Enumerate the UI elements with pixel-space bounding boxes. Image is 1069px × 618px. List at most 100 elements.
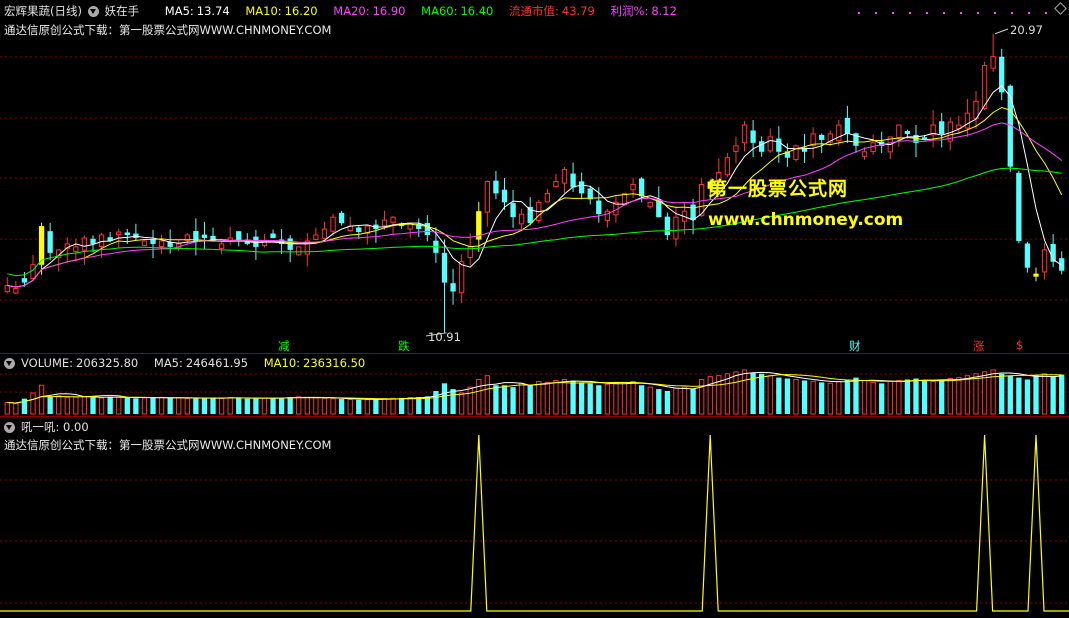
volume-bar-down: [1016, 377, 1022, 414]
volume-bar-up: [321, 397, 328, 415]
candle-down: [1024, 243, 1031, 268]
candle-up: [484, 181, 491, 213]
watermark-url: www.chnmoney.com: [708, 210, 904, 230]
candle-up: [964, 112, 971, 129]
candle-up: [116, 231, 122, 236]
volume-bar-down: [124, 397, 130, 414]
volume-bar-down: [493, 385, 499, 414]
stock-name[interactable]: 宏辉果蔬(日线): [4, 4, 82, 18]
candle-up: [141, 240, 148, 246]
price-pane[interactable]: 宏辉果蔬(日线) 妖在手 MA5: 13.74 MA10: 16.20 MA20: 1…: [0, 0, 1069, 352]
candle-up: [544, 192, 551, 203]
indicator-dropdown-icon[interactable]: [87, 6, 99, 17]
volume-bar-up: [956, 377, 962, 415]
price-subtitle: 通达信原创公式下载：第一股票公式网WWW.CHNMONEY.COM: [4, 23, 332, 37]
volume-bar-down: [1059, 374, 1065, 414]
volume-bar-down: [47, 396, 53, 414]
volume-bar-down: [167, 397, 173, 414]
volume-bar-down: [1024, 379, 1031, 414]
candle-down: [750, 130, 756, 143]
volume-bar-up: [604, 383, 611, 415]
volume-bar-down: [150, 398, 156, 414]
volume-bar-down: [664, 391, 671, 414]
candle-down: [776, 138, 782, 152]
volume-bar-up: [613, 382, 619, 415]
candle-up: [296, 246, 302, 256]
marker-dollar: $: [1016, 338, 1024, 352]
candle-up: [724, 157, 731, 176]
indicator-value: : 0.00: [55, 420, 89, 434]
volume-bar-down: [253, 398, 259, 414]
volume-bar-up: [296, 396, 302, 415]
volume-bar-up: [621, 381, 628, 415]
candle-up: [218, 243, 225, 249]
volume-bar-up: [561, 379, 568, 415]
candle-up: [561, 169, 568, 184]
volume-bar-up: [973, 373, 979, 415]
volume-bar-up: [767, 375, 773, 415]
volume-bar-up: [73, 396, 79, 415]
volume-bar-down: [587, 383, 593, 414]
volume-bar-up: [330, 398, 336, 415]
volume-bar-down: [287, 397, 293, 414]
volume-bar-up: [870, 381, 876, 415]
volume-bar-down: [921, 380, 928, 414]
candle-down: [47, 231, 53, 253]
ma10-line: [7, 106, 1063, 288]
candle-down: [338, 212, 345, 224]
volume-dropdown-icon[interactable]: [4, 358, 15, 369]
volume-bar-up: [827, 382, 833, 415]
volume-bar-up: [681, 386, 688, 415]
volume-bar-down: [913, 378, 919, 414]
top-marker-dot: [960, 12, 962, 14]
indicator-subtitle: 通达信原创公式下载：第一股票公式网WWW.CHNMONEY.COM: [4, 438, 332, 452]
volume-bar-down: [270, 397, 276, 414]
volume-bar-down: [424, 396, 431, 414]
volume-bar-up: [364, 399, 370, 415]
volume-bar-down: [999, 373, 1005, 414]
ma20-line: [7, 122, 1063, 288]
volume-bar-up: [930, 380, 936, 415]
signal-line: [0, 434, 1069, 612]
volume-bar-up: [381, 398, 388, 415]
volume-bar-down: [819, 382, 825, 414]
candle-down: [270, 233, 276, 238]
volume-bar-down: [904, 379, 911, 414]
volume-bar-up: [30, 392, 36, 415]
volume-bar-up: [158, 396, 165, 415]
volume-bar-up: [347, 398, 353, 415]
candlestick-chart[interactable]: [0, 0, 1069, 352]
volume-bar-down: [844, 379, 851, 414]
candle-up: [158, 240, 165, 248]
marker-reduce: 减: [278, 339, 290, 352]
volume-bar-up: [407, 397, 413, 415]
candle-up: [321, 228, 328, 239]
top-marker-dot: [875, 12, 877, 14]
volume-bar-up: [467, 386, 473, 415]
top-marker-dot: [926, 12, 928, 14]
candle-up: [1041, 249, 1048, 273]
volume-bar-up: [116, 396, 122, 415]
volume-pane[interactable]: VOLUME: 206325.80 MA5: 246461.95 MA10: 2363…: [0, 353, 1069, 416]
candle-down: [1016, 172, 1022, 241]
candle-up: [990, 56, 996, 69]
indicator-pane-dropdown-icon[interactable]: [4, 422, 15, 433]
volume-bar-down: [879, 383, 885, 414]
profit-readout: 利润%: 8.12: [610, 4, 677, 18]
candle-up: [767, 136, 773, 152]
volume-bar-down: [759, 373, 765, 414]
indicator-pane[interactable]: 吼一吼: 0.00 通达信原创公式下载：第一股票公式网WWW.CHNMONEY.…: [0, 416, 1069, 618]
volume-bar-down: [441, 383, 448, 414]
volume-bar-down: [90, 397, 96, 414]
candle-down: [759, 141, 765, 152]
candle-down: [570, 173, 576, 188]
top-marker-dot: [1028, 12, 1030, 14]
indicator-name[interactable]: 妖在手: [105, 4, 140, 18]
candle-down: [493, 180, 499, 194]
volume-bar-up: [793, 379, 799, 415]
volume-bar-down: [236, 397, 242, 414]
volume-bar-up: [4, 402, 10, 415]
market-cap-readout: 流通市值: 43.79: [509, 4, 595, 18]
marker-wealth: 财: [849, 339, 861, 352]
volume-bar-up: [836, 380, 842, 415]
